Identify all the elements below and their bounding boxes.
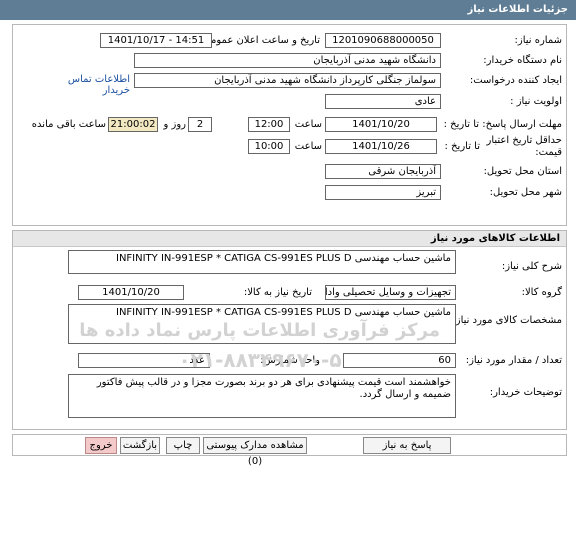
need-date-label: تاریخ نیاز به کالا: <box>243 287 312 298</box>
validity-date-value: 1401/10/26 <box>325 139 437 154</box>
city-value: تبریز <box>325 185 441 200</box>
validity-to-label: تا تاریخ : <box>444 141 480 152</box>
buyer-org-value: دانشگاه شهید مدنی آذربایجان <box>134 53 441 68</box>
view-attachments-button[interactable]: مشاهده مدارک پیوستی (0) <box>203 437 307 467</box>
remaining-time-label: ساعت باقی مانده <box>31 119 106 130</box>
province-label: استان محل تحویل: <box>483 166 562 177</box>
province-value: آذربایجان شرقی <box>325 164 441 179</box>
notes-label: توضیحات خریدار: <box>489 387 562 398</box>
goods-header: اطلاعات کالاهای مورد نیاز <box>13 231 566 247</box>
creator-value: سولماز جنگلی کارپرداز دانشگاه شهید مدنی … <box>134 73 441 88</box>
spec-value: ماشین حساب مهندسی INFINITY IN-991ESP * C… <box>68 304 456 344</box>
spec-label: مشخصات کالای مورد نیاز: <box>452 315 562 326</box>
priority-label: اولویت نیاز : <box>510 96 562 107</box>
deadline-time-label: ساعت <box>294 119 322 130</box>
notes-value: خواهشمند است قیمت پیشنهادی برای هر دو بر… <box>68 374 456 418</box>
announce-datetime-label: تاریخ و ساعت اعلان عمومی: <box>199 35 320 46</box>
buyer-contact-link[interactable]: اطلاعات تماس خریدار <box>40 74 130 96</box>
city-label: شهر محل تحویل: <box>489 187 562 198</box>
days-remaining-value: 2 <box>188 117 212 132</box>
back-button[interactable]: بازگشت <box>120 437 160 454</box>
summary-value: ماشین حساب مهندسی INFINITY IN-991ESP * C… <box>68 250 456 274</box>
page-title: جزئیات اطلاعات نیاز <box>0 0 576 20</box>
priority-value: عادی <box>325 94 441 109</box>
deadline-date-value: 1401/10/20 <box>325 117 437 132</box>
need-date-value: 1401/10/20 <box>78 285 184 300</box>
min-validity-label-2: قیمت: <box>535 147 562 158</box>
deadline-label: مهلت ارسال پاسخ: تا تاریخ : <box>443 119 562 130</box>
qty-value: 60 <box>343 353 456 368</box>
goods-group-value: تجهیزات و وسایل تحصیلی واداری <box>325 285 456 300</box>
print-button[interactable]: چاپ <box>166 437 200 454</box>
buyer-org-label: نام دستگاه خریدار: <box>483 55 562 66</box>
unit-label: واحد شمارش: <box>260 355 320 366</box>
validity-time-value: 10:00 <box>248 139 290 154</box>
goods-group-label: گروه کالا: <box>521 287 562 298</box>
days-label: روز و <box>163 119 187 130</box>
need-number-label: شماره نیاز: <box>514 35 563 46</box>
reply-button[interactable]: پاسخ به نیاز <box>363 437 451 454</box>
remaining-time-value: 21:00:02 <box>108 117 158 132</box>
qty-label: تعداد / مقدار مورد نیاز: <box>465 355 562 366</box>
need-number-value: 1201090688000050 <box>325 33 441 48</box>
deadline-time-value: 12:00 <box>248 117 290 132</box>
announce-datetime-value: 1401/10/17 - 14:51 <box>100 33 212 48</box>
unit-value: عدد <box>78 353 210 368</box>
exit-button[interactable]: خروج <box>85 437 117 454</box>
summary-label: شرح کلی نیاز: <box>501 261 562 272</box>
validity-time-label: ساعت <box>294 141 322 152</box>
creator-label: ایجاد کننده درخواست: <box>469 75 562 86</box>
